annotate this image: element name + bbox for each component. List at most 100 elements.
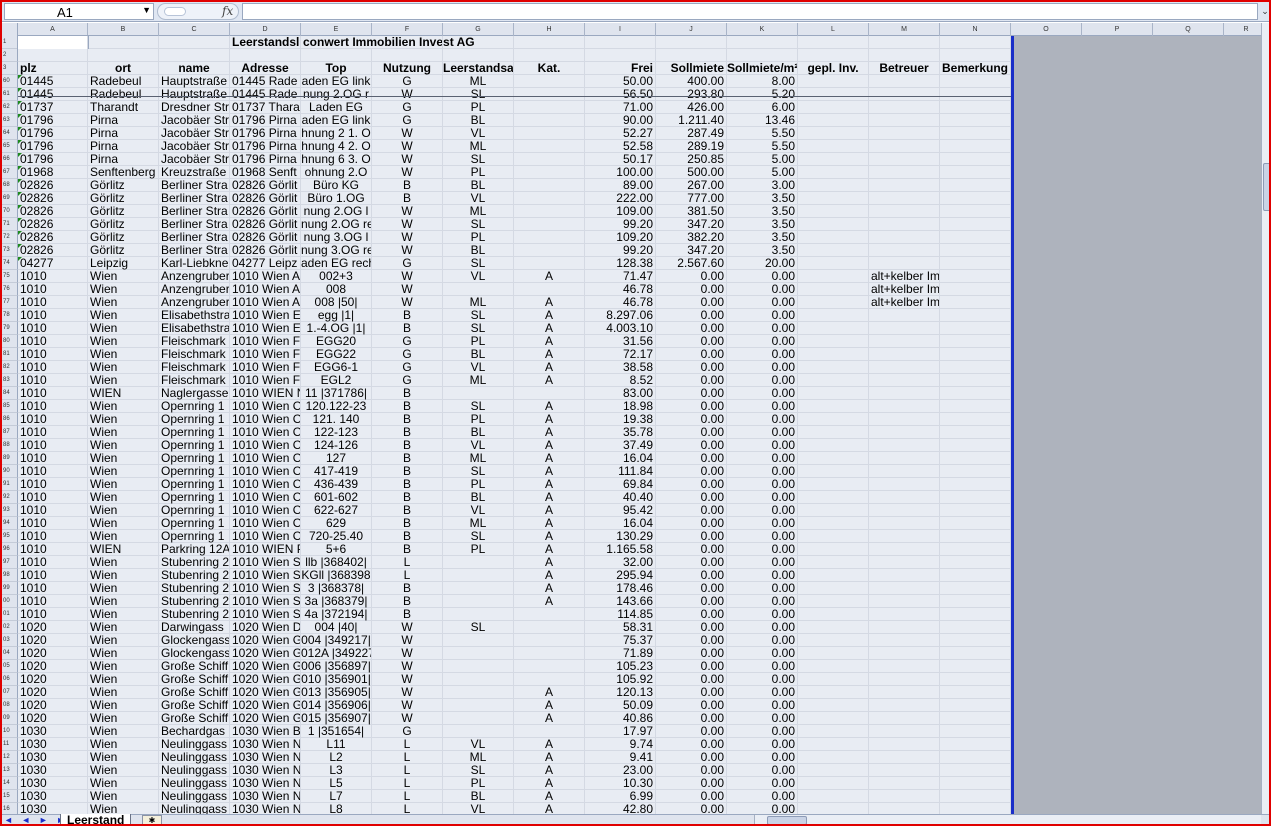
cell-f[interactable]: W <box>372 660 443 673</box>
cell-d[interactable]: 1030 Wien N <box>230 764 301 777</box>
cell-j[interactable]: 0.00 <box>656 400 727 413</box>
cell-a[interactable]: 02826 <box>18 179 88 192</box>
select-all-button[interactable] <box>2 23 18 36</box>
cell-h[interactable] <box>514 387 585 400</box>
cell-g[interactable]: VL <box>443 439 514 452</box>
cell-l[interactable] <box>798 231 869 244</box>
cell-i[interactable]: 9.41 <box>585 751 656 764</box>
cell-f[interactable]: L <box>372 803 443 814</box>
cell-e[interactable]: 015 |356907| <box>301 712 372 725</box>
cell-c[interactable]: Stubenring 2 <box>159 556 230 569</box>
cell-e[interactable]: aden EG rech <box>301 257 372 270</box>
cell-a[interactable]: 1020 <box>18 686 88 699</box>
cell-l[interactable] <box>798 543 869 556</box>
cell-a[interactable]: 02826 <box>18 192 88 205</box>
cell-m[interactable] <box>869 192 940 205</box>
cell-h[interactable]: A <box>514 309 585 322</box>
cell-n[interactable] <box>940 751 1011 764</box>
cell-l[interactable] <box>798 309 869 322</box>
cell-b[interactable]: Wien <box>88 309 159 322</box>
cell-m[interactable] <box>869 140 940 153</box>
cell-j[interactable]: 426.00 <box>656 101 727 114</box>
cell-b[interactable]: Senftenberg <box>88 166 159 179</box>
cell-g[interactable]: PL <box>443 335 514 348</box>
cell-f[interactable]: B <box>372 478 443 491</box>
cell-h[interactable]: A <box>514 777 585 790</box>
cell-f[interactable]: B <box>372 192 443 205</box>
cell-l[interactable] <box>798 569 869 582</box>
cell-l[interactable] <box>798 205 869 218</box>
cell-f[interactable]: B <box>372 465 443 478</box>
cell-n[interactable] <box>940 647 1011 660</box>
cell-e[interactable]: L3 <box>301 764 372 777</box>
cell-b[interactable]: Wien <box>88 400 159 413</box>
cell-l[interactable] <box>798 803 869 814</box>
cell-e[interactable]: EGL2 <box>301 374 372 387</box>
cell-g[interactable]: BL <box>443 348 514 361</box>
cell-a[interactable]: 01796 <box>18 127 88 140</box>
cell-a[interactable]: 1010 <box>18 543 88 556</box>
cell-f[interactable]: W <box>372 205 443 218</box>
cell-e[interactable]: 3a |368379| <box>301 595 372 608</box>
cell-a[interactable] <box>17 35 89 50</box>
cell-c[interactable]: Karl-Liebkne <box>159 257 230 270</box>
cell-g[interactable]: PL <box>443 166 514 179</box>
cell-f[interactable]: B <box>372 595 443 608</box>
cell-f[interactable]: B <box>372 504 443 517</box>
cell-j[interactable]: 0.00 <box>656 439 727 452</box>
cell-f[interactable]: W <box>372 127 443 140</box>
cell-m[interactable]: alt+kelber Im <box>869 270 940 283</box>
cell-i[interactable]: 46.78 <box>585 283 656 296</box>
cell-a[interactable]: 1010 <box>18 309 88 322</box>
cell-f[interactable]: B <box>372 439 443 452</box>
cell-l[interactable] <box>798 270 869 283</box>
cell-c[interactable]: Große Schiff <box>159 699 230 712</box>
cell-m[interactable] <box>869 647 940 660</box>
cell-g[interactable] <box>443 595 514 608</box>
cell-l[interactable] <box>798 777 869 790</box>
sheet-nav-arrows[interactable]: ◄ ◄ ► ► <box>4 815 68 824</box>
cell-d[interactable]: 1010 Wien F <box>230 335 301 348</box>
column-header-p[interactable]: P <box>1082 23 1153 36</box>
cell-a[interactable]: 1020 <box>18 712 88 725</box>
cell-c[interactable]: Opernring 1 <box>159 439 230 452</box>
cell-d[interactable]: 1010 Wien F <box>230 374 301 387</box>
cell-b[interactable] <box>88 49 159 62</box>
cell-k[interactable]: 3.50 <box>727 244 798 257</box>
cell-i[interactable]: 50.17 <box>585 153 656 166</box>
cell-f[interactable]: G <box>372 725 443 738</box>
cell-n[interactable] <box>940 322 1011 335</box>
cell-i[interactable]: 105.92 <box>585 673 656 686</box>
cell-m[interactable] <box>869 465 940 478</box>
cell-m[interactable] <box>869 426 940 439</box>
cell-h[interactable]: A <box>514 439 585 452</box>
cell-l[interactable] <box>798 660 869 673</box>
cell-l[interactable] <box>798 764 869 777</box>
cell-a[interactable]: 1010 <box>18 595 88 608</box>
cell-g[interactable]: SL <box>443 530 514 543</box>
cell-f[interactable]: W <box>372 270 443 283</box>
cell-n[interactable] <box>940 595 1011 608</box>
cell-f[interactable]: G <box>372 361 443 374</box>
cell-n[interactable] <box>940 75 1011 88</box>
cell-m[interactable] <box>869 790 940 803</box>
cell-e[interactable]: 014 |356906| <box>301 699 372 712</box>
cell-j[interactable]: 0.00 <box>656 413 727 426</box>
cell-n[interactable] <box>940 517 1011 530</box>
cell-l[interactable] <box>798 751 869 764</box>
cell-g[interactable]: VL <box>443 803 514 814</box>
cell-n[interactable] <box>940 439 1011 452</box>
cell-j[interactable]: 0.00 <box>656 530 727 543</box>
cell-j[interactable]: 0.00 <box>656 309 727 322</box>
cell-l[interactable] <box>798 49 869 62</box>
cell-a[interactable]: 1020 <box>18 621 88 634</box>
chevron-down-icon[interactable]: ▼ <box>142 5 151 15</box>
cell-j[interactable]: 1.211.40 <box>656 114 727 127</box>
cell-k[interactable]: 0.00 <box>727 803 798 814</box>
cell-k[interactable]: 0.00 <box>727 621 798 634</box>
cell-j[interactable]: 0.00 <box>656 348 727 361</box>
cell-e[interactable]: 002+3 <box>301 270 372 283</box>
cell-l[interactable] <box>798 140 869 153</box>
cell-g[interactable]: SL <box>443 218 514 231</box>
cell-k[interactable]: Sollmiete/m² <box>727 62 798 75</box>
